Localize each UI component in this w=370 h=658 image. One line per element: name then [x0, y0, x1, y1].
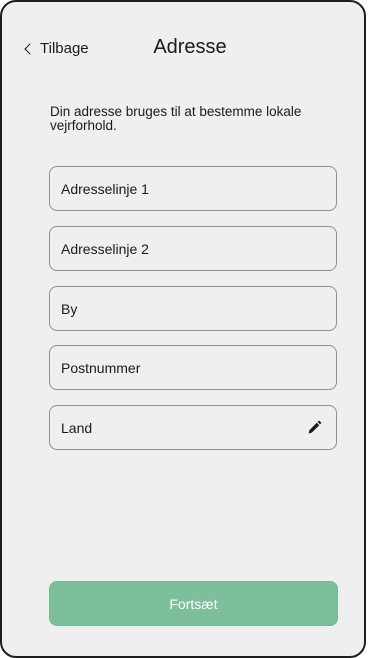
description-text: Din adresse bruges til at bestemme lokal…: [50, 104, 302, 133]
phone-frame: Tilbage Adresse Din adresse bruges til a…: [0, 0, 366, 658]
continue-button[interactable]: Fortsæt: [49, 581, 338, 626]
page-title: Adresse: [153, 36, 227, 58]
address-line-2-label: Adresselinje 2: [61, 240, 149, 257]
city-field[interactable]: By: [49, 286, 337, 331]
postal-code-label: Postnummer: [61, 359, 141, 376]
address-line-2-field[interactable]: Adresselinje 2: [49, 226, 337, 271]
address-line-1-field[interactable]: Adresselinje 1: [49, 166, 337, 211]
country-label: Land: [61, 419, 93, 436]
city-label: By: [61, 300, 78, 317]
postal-code-field[interactable]: Postnummer: [49, 345, 337, 390]
country-field[interactable]: Land: [49, 405, 337, 450]
pencil-icon[interactable]: [306, 420, 322, 436]
address-line-1-label: Adresselinje 1: [61, 180, 149, 197]
